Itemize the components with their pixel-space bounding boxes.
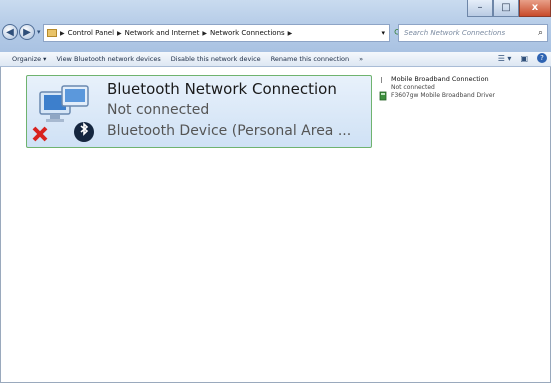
minimize-button[interactable]: –	[467, 0, 493, 17]
view-bluetooth-devices-button[interactable]: View Bluetooth network devices	[56, 55, 160, 63]
maximize-icon: □	[501, 2, 511, 13]
connection-item-mobile-broadband[interactable]: Mobile Broadband Connection Not connecte…	[379, 75, 549, 115]
rename-connection-button[interactable]: Rename this connection	[271, 55, 349, 63]
connection-name: Mobile Broadband Connection	[391, 75, 489, 83]
connections-list: Bluetooth Network Connection Not connect…	[0, 67, 551, 383]
signal-divider	[381, 77, 382, 83]
forward-icon: ▶	[23, 26, 31, 38]
breadcrumb-separator[interactable]: ▶	[288, 30, 293, 37]
maximize-button[interactable]: □	[493, 0, 519, 17]
connection-status: Not connected	[391, 84, 435, 91]
close-button[interactable]: x	[519, 0, 551, 17]
connection-device: Bluetooth Device (Personal Area ...	[107, 123, 352, 139]
breadcrumb-control-panel[interactable]: Control Panel	[68, 29, 114, 37]
minimize-icon: –	[477, 2, 483, 13]
connection-device: F3607gw Mobile Broadband Driver	[391, 92, 496, 99]
search-icon[interactable]: ⌕	[538, 28, 543, 38]
connection-item-bluetooth[interactable]: Bluetooth Network Connection Not connect…	[26, 75, 372, 148]
breadcrumb-network-and-internet[interactable]: Network and Internet	[125, 29, 200, 37]
breadcrumb-separator[interactable]: ▶	[117, 30, 122, 37]
caption-buttons: – □ x	[467, 0, 551, 20]
breadcrumb-separator[interactable]: ▶	[60, 30, 65, 37]
disable-device-button[interactable]: Disable this network device	[171, 55, 261, 63]
control-panel-icon	[47, 29, 57, 37]
more-commands-button[interactable]: »	[359, 55, 363, 63]
explorer-window: – □ x ◀ ▶ ▾ ▶ Control Panel ▶ Network an…	[0, 0, 551, 383]
back-button[interactable]: ◀	[2, 24, 18, 40]
recent-pages-dropdown[interactable]: ▾	[37, 28, 41, 36]
connection-status: Not connected	[107, 102, 210, 118]
mobile-broadband-icon	[379, 91, 387, 101]
organize-menu[interactable]: Organize ▾	[12, 55, 46, 63]
close-icon: x	[531, 2, 539, 13]
search-box[interactable]: Search Network Connections ⌕	[398, 24, 548, 42]
preview-pane-icon[interactable]: ▣	[520, 54, 528, 63]
change-view-icon[interactable]: ☰ ▾	[498, 54, 512, 63]
breadcrumb-separator[interactable]: ▶	[202, 30, 207, 37]
help-icon[interactable]: ?	[537, 53, 547, 63]
command-bar: Organize ▾ View Bluetooth network device…	[0, 52, 551, 67]
address-history-dropdown[interactable]: ▾	[381, 29, 385, 37]
back-icon: ◀	[6, 26, 14, 38]
command-bar-right: ☰ ▾ ▣ ?	[498, 53, 547, 63]
address-bar[interactable]: ▶ Control Panel ▶ Network and Internet ▶…	[43, 24, 390, 42]
forward-button[interactable]: ▶	[19, 24, 35, 40]
network-adapter-icon	[32, 85, 94, 142]
navigation-buttons: ◀ ▶ ▾	[2, 24, 41, 40]
breadcrumb-network-connections[interactable]: Network Connections	[210, 29, 285, 37]
title-bar: – □ x ◀ ▶ ▾ ▶ Control Panel ▶ Network an…	[0, 0, 551, 52]
connection-name: Bluetooth Network Connection	[107, 80, 337, 98]
search-placeholder: Search Network Connections	[404, 29, 506, 37]
